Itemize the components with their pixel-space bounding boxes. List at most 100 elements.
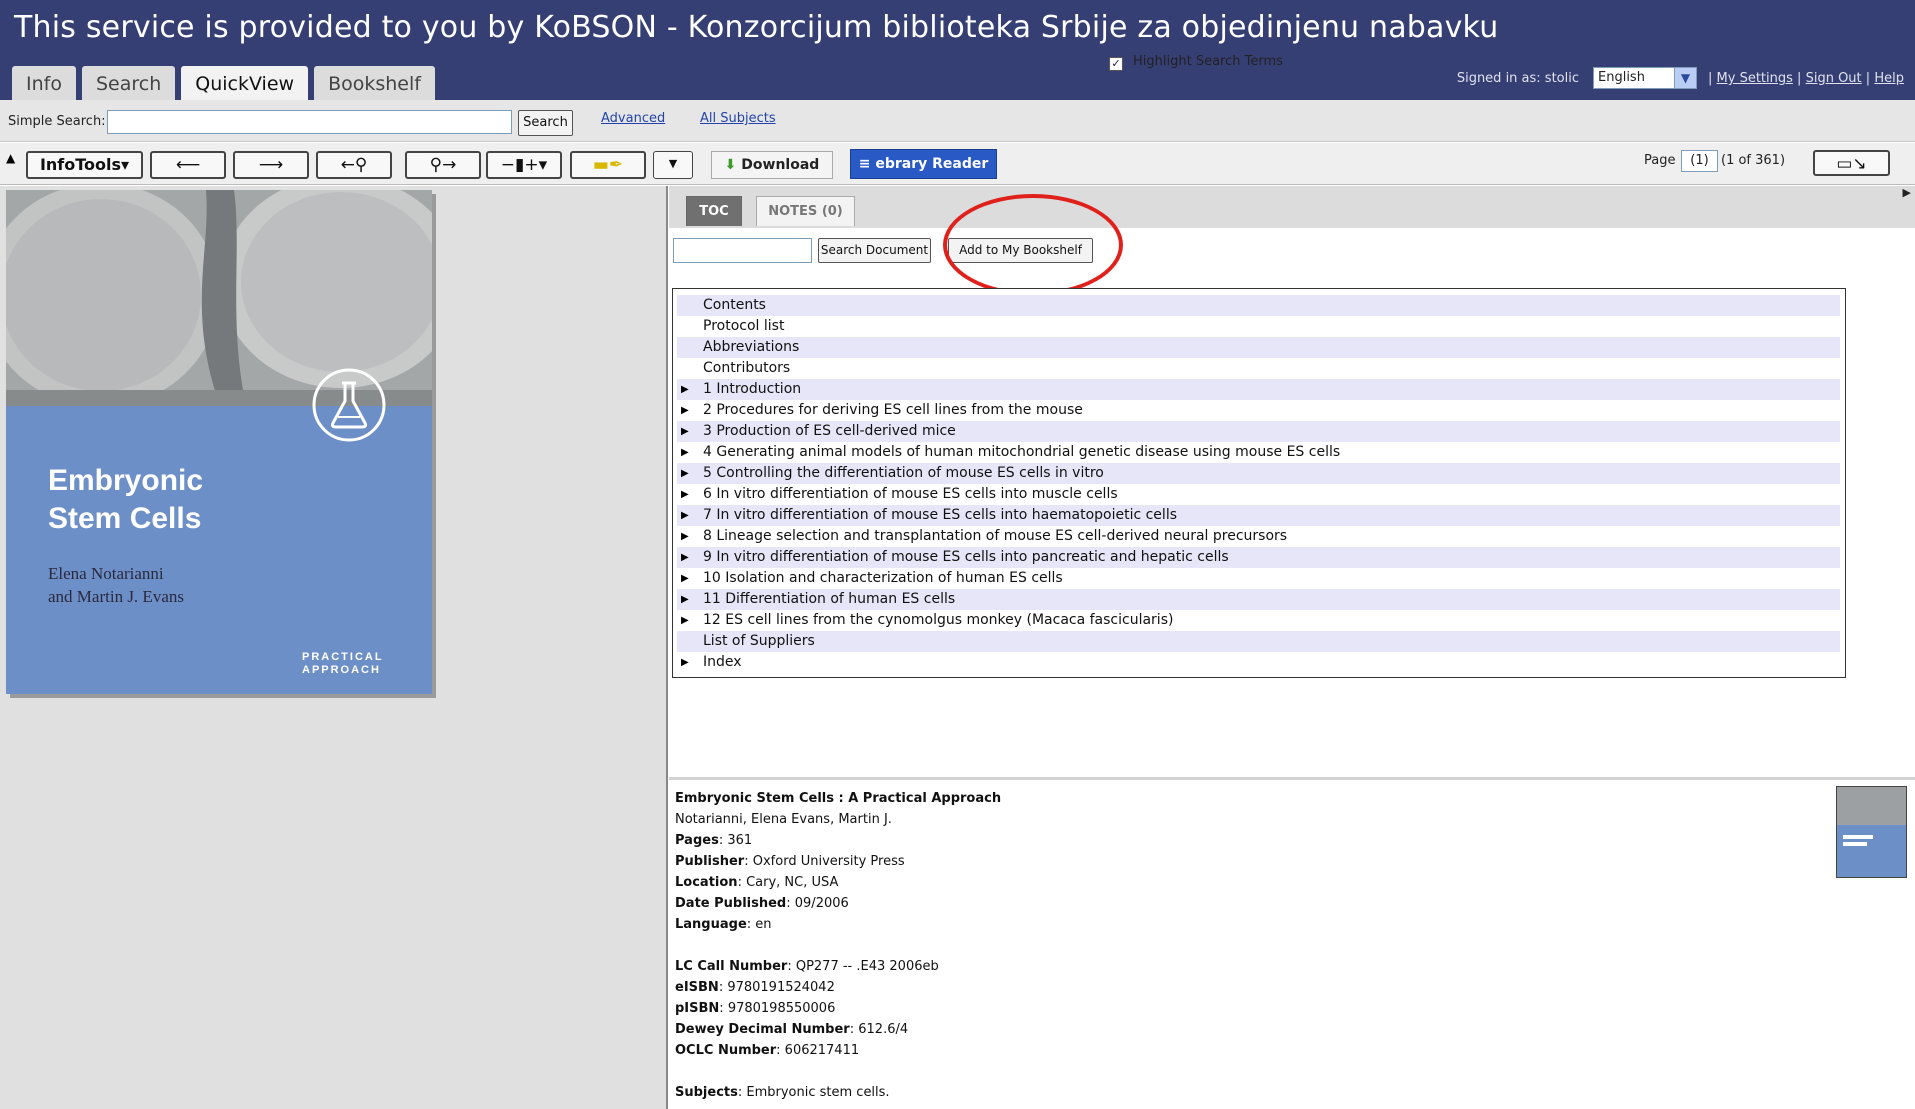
infotools-label: InfoTools	[39, 155, 122, 174]
toc-item[interactable]: ▶ 11 Differentiation of human ES cells	[677, 589, 1840, 610]
arrow-left-icon: ⟵	[175, 155, 201, 175]
book-field-value: 606217411	[784, 1043, 860, 1058]
all-subjects-link[interactable]: All Subjects	[700, 111, 776, 126]
book-field: eISBN: 9780191524042	[675, 980, 835, 995]
toc-item-label[interactable]: 7 In vitro differentiation of mouse ES c…	[703, 505, 1177, 526]
expand-triangle-icon[interactable]: ▶	[681, 484, 689, 505]
download-button[interactable]: ⬇ Download	[711, 151, 833, 179]
tab-info[interactable]: Info	[12, 66, 76, 100]
toc-item-label[interactable]: Index	[703, 652, 742, 673]
subjects-value[interactable]: Embryonic stem cells.	[746, 1085, 889, 1100]
toc-item-label[interactable]: Contents	[703, 295, 766, 316]
toc-item-label[interactable]: Protocol list	[703, 316, 784, 337]
toc-item[interactable]: Abbreviations	[677, 337, 1840, 358]
next-hit-button[interactable]: ⚲→	[405, 151, 481, 179]
more-tools-dropdown[interactable]: ▼	[653, 151, 693, 179]
ebrary-logo-icon: ≡	[858, 156, 871, 172]
toc-item[interactable]: ▶ 2 Procedures for deriving ES cell lines…	[677, 400, 1840, 421]
toc-item[interactable]: ▶ Index	[677, 652, 1840, 673]
toc-item-label[interactable]: 10 Isolation and characterization of hum…	[703, 568, 1063, 589]
book-field-label: OCLC Number	[675, 1043, 777, 1058]
page-number-input[interactable]: (1)	[1681, 150, 1718, 172]
expand-triangle-icon[interactable]: ▶	[681, 463, 689, 484]
expand-triangle-icon[interactable]: ▶	[681, 379, 689, 400]
toc-item-label[interactable]: 12 ES cell lines from the cynomolgus mon…	[703, 610, 1173, 631]
toc-item-label[interactable]: 6 In vitro differentiation of mouse ES c…	[703, 484, 1118, 505]
expand-triangle-icon[interactable]: ▶	[681, 526, 689, 547]
cover-series: PRACTICAL APPROACH	[302, 651, 384, 677]
expand-triangle-icon[interactable]: ▶	[681, 442, 689, 463]
toc-item[interactable]: ▶ 7 In vitro differentiation of mouse ES …	[677, 505, 1840, 526]
go-to-page-button[interactable]: ▭↘	[1813, 150, 1890, 176]
previous-hit-button[interactable]: ←⚲	[316, 151, 392, 179]
tab-notes[interactable]: NOTES (0)	[756, 196, 855, 226]
expand-triangle-icon[interactable]: ▶	[681, 589, 689, 610]
toc-item-label[interactable]: 3 Production of ES cell-derived mice	[703, 421, 956, 442]
toc-item-label[interactable]: 4 Generating animal models of human mito…	[703, 442, 1340, 463]
sign-out-link[interactable]: Sign Out	[1806, 71, 1862, 86]
toc-item-label[interactable]: 9 In vitro differentiation of mouse ES c…	[703, 547, 1229, 568]
simple-search-input[interactable]	[107, 110, 512, 134]
previous-page-button[interactable]: ⟵	[150, 151, 226, 179]
toc-item-label[interactable]: 1 Introduction	[703, 379, 801, 400]
language-select[interactable]: English ▼	[1593, 67, 1697, 89]
toc-item[interactable]: ▶ 6 In vitro differentiation of mouse ES …	[677, 484, 1840, 505]
next-page-button[interactable]: ⟶	[233, 151, 309, 179]
search-document-input[interactable]	[673, 238, 812, 263]
highlight-button[interactable]: ▬✒	[570, 151, 646, 179]
toc-item[interactable]: ▶ 5 Controlling the differentiation of mo…	[677, 463, 1840, 484]
expand-triangle-icon[interactable]: ▶	[681, 421, 689, 442]
infotools-button[interactable]: InfoTools▾	[26, 151, 143, 179]
highlight-search-terms-checkbox[interactable]: ✓	[1109, 57, 1123, 71]
toc-item-label[interactable]: Abbreviations	[703, 337, 799, 358]
page-go-icon: ▭↘	[1836, 154, 1867, 174]
cover-thumbnail[interactable]	[1836, 786, 1907, 878]
search-button[interactable]: Search	[518, 110, 573, 136]
toc-item[interactable]: List of Suppliers	[677, 631, 1840, 652]
toc-item[interactable]: ▶ 4 Generating animal models of human mit…	[677, 442, 1840, 463]
book-field-value: QP277 -- .E43 2006eb	[795, 959, 939, 974]
expand-triangle-icon[interactable]: ▶	[681, 610, 689, 631]
toc-item-label[interactable]: 2 Procedures for deriving ES cell lines …	[703, 400, 1083, 421]
tab-bookshelf[interactable]: Bookshelf	[314, 66, 435, 100]
help-link[interactable]: Help	[1874, 71, 1904, 86]
toc-item[interactable]: ▶ 1 Introduction	[677, 379, 1840, 400]
book-field-label: Date Published	[675, 896, 787, 911]
toc-item[interactable]: ▶ 10 Isolation and characterization of hu…	[677, 568, 1840, 589]
toc-item[interactable]: ▶ 9 In vitro differentiation of mouse ES …	[677, 547, 1840, 568]
expand-triangle-icon[interactable]: ▶	[681, 547, 689, 568]
toc-item-label[interactable]: Contributors	[703, 358, 790, 379]
tab-quickview[interactable]: QuickView	[181, 66, 309, 100]
toc-item[interactable]: Contents	[677, 295, 1840, 316]
expand-triangle-icon[interactable]: ▶	[681, 400, 689, 421]
book-field-label: eISBN	[675, 980, 719, 995]
toc-item-label[interactable]: 11 Differentiation of human ES cells	[703, 589, 955, 610]
zoom-fit-button[interactable]: −▮+▾	[486, 151, 562, 179]
collapse-toolbar-icon[interactable]: ▲	[6, 151, 15, 165]
search-document-button[interactable]: Search Document	[818, 238, 931, 263]
ebrary-reader-button[interactable]: ≡ ebrary Reader	[850, 149, 997, 179]
tab-search[interactable]: Search	[81, 66, 176, 100]
toc-item-label[interactable]: List of Suppliers	[703, 631, 815, 652]
toc-item[interactable]: Protocol list	[677, 316, 1840, 337]
my-settings-link[interactable]: My Settings	[1717, 71, 1793, 86]
toc-item-label[interactable]: 8 Lineage selection and transplantation …	[703, 526, 1287, 547]
toc-item[interactable]: ▶ 8 Lineage selection and transplantation…	[677, 526, 1840, 547]
toc-item[interactable]: ▶ 12 ES cell lines from the cynomolgus mo…	[677, 610, 1840, 631]
book-field-label: Pages	[675, 833, 719, 848]
book-cover[interactable]: Embryonic Stem Cells Elena Notarianni an…	[6, 190, 432, 694]
chevron-down-icon[interactable]: ▼	[1674, 68, 1696, 88]
toc-item-label[interactable]: 5 Controlling the differentiation of mou…	[703, 463, 1104, 484]
add-to-bookshelf-button[interactable]: Add to My Bookshelf	[948, 238, 1093, 263]
book-field: OCLC Number: 606217411	[675, 1043, 860, 1058]
language-value: English	[1598, 70, 1645, 85]
tab-toc[interactable]: TOC	[686, 196, 742, 226]
expand-triangle-icon[interactable]: ▶	[681, 505, 689, 526]
toc-item[interactable]: Contributors	[677, 358, 1840, 379]
advanced-search-link[interactable]: Advanced	[601, 111, 665, 126]
toc-item[interactable]: ▶ 3 Production of ES cell-derived mice	[677, 421, 1840, 442]
expand-triangle-icon[interactable]: ▶	[681, 652, 689, 673]
expand-triangle-icon[interactable]: ▶	[681, 568, 689, 589]
panel-divider[interactable]	[669, 777, 1915, 780]
expand-panel-icon[interactable]: ▶	[1903, 186, 1911, 199]
